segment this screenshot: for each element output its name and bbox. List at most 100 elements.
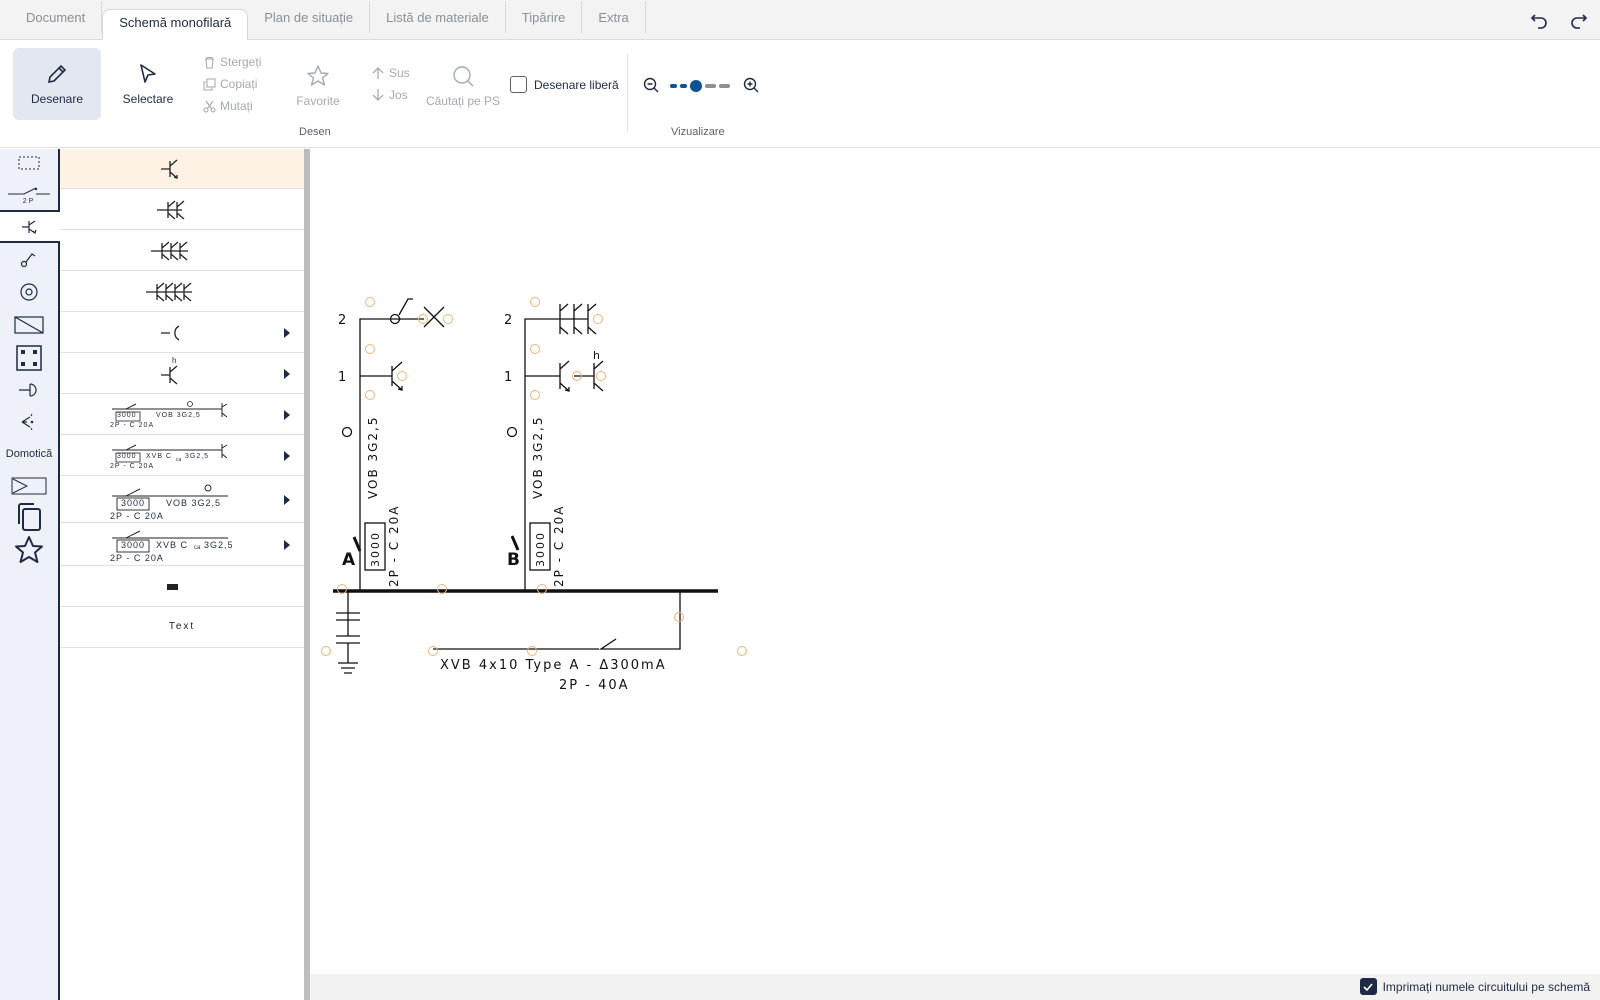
thumb1-code: 3000 (117, 412, 137, 419)
symbol-socket-single[interactable] (60, 149, 304, 189)
symbol-text[interactable]: Text (60, 608, 304, 648)
symbol-socket-arc[interactable] (60, 313, 304, 353)
thumb2-cable-sub: ca (176, 457, 182, 463)
handle (397, 371, 407, 381)
tab-single-line-diagram[interactable]: Schemă monofilară (102, 9, 249, 40)
circuit-a-code: 3000 (369, 531, 382, 567)
rail-item-light-switch[interactable] (0, 244, 58, 274)
rail-item-domotica[interactable]: Domotică (0, 439, 58, 469)
rail-item-copies[interactable] (0, 501, 58, 533)
tab-material-list[interactable]: Listă de materiale (370, 1, 506, 33)
height-label: h (172, 356, 177, 365)
select-label: Selectare (122, 92, 174, 106)
favorites-button[interactable]: Favorite (290, 64, 346, 108)
delete-label: Stergeți (220, 55, 262, 69)
pencil-icon (47, 64, 67, 84)
drawing-canvas[interactable]: 2 1 2 1 A B h VOB 3G2,5 3000 2P - C 20A … (316, 149, 1600, 974)
handle (596, 371, 606, 381)
move-button[interactable]: Mutați (203, 99, 253, 113)
crossed-rectangle-icon (14, 316, 44, 334)
socket-quad-icon (146, 282, 192, 302)
circuit-a-breaker: 2P - C 20A (387, 504, 401, 587)
handle (443, 314, 453, 324)
symbol-socket-triple[interactable] (60, 231, 304, 271)
zoom-slider-thumb[interactable] (690, 80, 702, 92)
draw-button[interactable]: Desenare (13, 48, 101, 120)
circuit-b-socket-triple (559, 303, 597, 335)
socket-double-icon (157, 200, 185, 220)
print-circuit-names-label: Imprimați numele circuitului pe schemă (1382, 979, 1590, 994)
symbol-busbar[interactable] (60, 567, 304, 607)
expand-arrow-icon[interactable] (284, 327, 290, 338)
delete-button[interactable]: Stergeți (203, 55, 261, 69)
expand-arrow-icon[interactable] (284, 494, 290, 505)
rail-item-selection-frame[interactable] (0, 149, 58, 177)
group-label-view: Vizualizare (671, 126, 725, 138)
light-switch-icon (20, 253, 36, 268)
move-up-button[interactable]: Sus (371, 66, 410, 80)
ribbon-separator (627, 54, 628, 132)
symbol-circuit-vob-light[interactable]: 3000 VOB 3G2,5 2P - C 20A (60, 477, 304, 523)
free-draw-checkbox[interactable] (510, 76, 527, 93)
symbol-socket-height[interactable]: h (60, 354, 304, 394)
tab-document[interactable]: Document (0, 1, 103, 33)
circuit-a-row1-number: 1 (338, 370, 346, 385)
symbol-circuit-xvb-socket[interactable]: 3000 XVB C ca 3G2,5 2P - C 20A (60, 436, 304, 476)
sensor-icon (21, 413, 34, 431)
zoom-in-button[interactable] (740, 74, 762, 96)
single-line-diagram[interactable]: 2 1 2 1 A B h VOB 3G2,5 3000 2P - C 20A … (316, 149, 1600, 974)
zoom-slider[interactable] (670, 80, 732, 92)
handle (530, 297, 540, 307)
free-draw-toggle[interactable]: Desenare liberă (510, 76, 619, 93)
tab-extra[interactable]: Extra (582, 1, 646, 33)
copy-button[interactable]: Copiați (203, 77, 257, 91)
move-down-button[interactable]: Jos (371, 88, 408, 102)
expand-arrow-icon[interactable] (284, 409, 290, 420)
main-breaker-label: 2P - 40A (559, 678, 630, 693)
rail-item-plug[interactable] (0, 375, 58, 405)
rail-item-socket[interactable] (0, 210, 60, 243)
circuit-a-row2-number: 2 (338, 313, 346, 328)
rail-item-distribution-board[interactable] (0, 310, 58, 340)
group-label-draw: Desen (299, 126, 331, 138)
rail-item-sensor[interactable] (0, 407, 58, 437)
circuit-b-socket-1 (559, 360, 570, 392)
expand-arrow-icon[interactable] (284, 539, 290, 550)
print-circuit-names-toggle[interactable]: Imprimați numele circuitului pe schemă (1359, 978, 1590, 995)
main-cable-label: XVB 4x10 Type A - Δ300mA (440, 658, 667, 673)
symbol-circuit-xvb-light[interactable]: 3000 XVB C ca 3G2,5 2P - C 20A (60, 524, 304, 566)
rail-item-play-block[interactable] (0, 473, 58, 499)
handle (593, 314, 603, 324)
rail-item-switch[interactable]: 2P (0, 179, 58, 209)
handle (674, 612, 684, 622)
undo-button[interactable] (1528, 10, 1550, 32)
symbol-socket-quad[interactable] (60, 272, 304, 312)
handle (365, 297, 375, 307)
free-draw-label: Desenare liberă (534, 77, 619, 92)
search-ps-button[interactable]: Căutați pe PS (425, 64, 501, 108)
rail-item-device-block[interactable] (0, 341, 58, 374)
tab-site-plan[interactable]: Plan de situație (248, 1, 371, 33)
rail-item-favorites[interactable] (0, 534, 58, 566)
favorites-label: Favorite (296, 94, 340, 108)
print-circuit-names-checkbox[interactable] (1359, 978, 1377, 995)
tab-print[interactable]: Tipărire (506, 1, 583, 33)
search-icon (453, 66, 474, 87)
thumb4-cable: XVB C (156, 540, 189, 550)
symbol-circuit-vob-socket[interactable]: 3000 VOB 3G2,5 2P - C 20A (60, 395, 304, 435)
circuit-line-icon (112, 444, 228, 463)
handle (365, 344, 375, 354)
domotica-label: Domotică (5, 448, 53, 460)
arrow-down-icon (372, 89, 384, 101)
expand-arrow-icon[interactable] (284, 450, 290, 461)
zoom-out-button[interactable] (640, 74, 662, 96)
zoom-out-icon (643, 77, 659, 93)
switch-icon (8, 187, 50, 194)
redo-button[interactable] (1568, 10, 1590, 32)
trash-icon (205, 56, 214, 69)
expand-arrow-icon[interactable] (284, 368, 290, 379)
zoom-in-icon (743, 77, 759, 93)
symbol-socket-double[interactable] (60, 190, 304, 230)
select-button[interactable]: Selectare (104, 48, 192, 120)
rail-item-luminaire[interactable] (0, 277, 58, 307)
